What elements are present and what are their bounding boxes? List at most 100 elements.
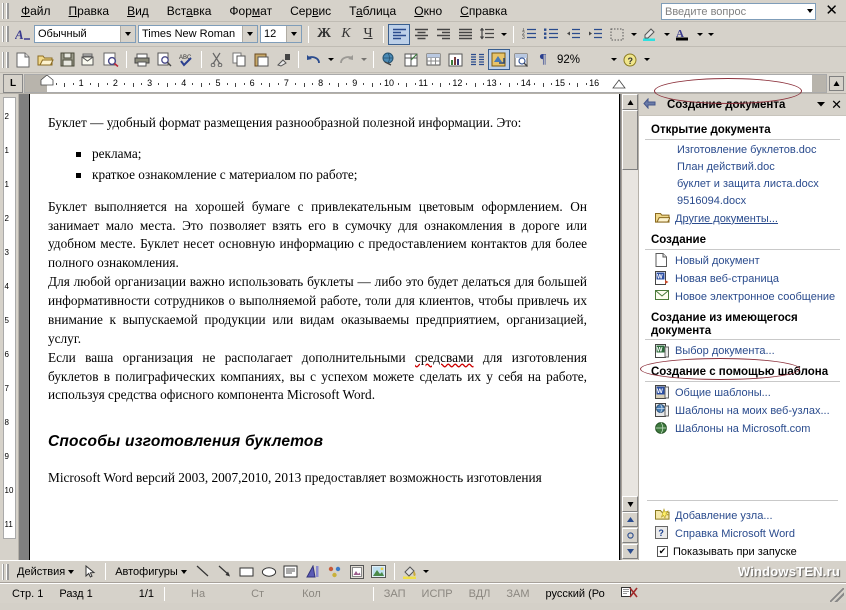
fill-color-dropdown-icon[interactable] <box>421 561 432 582</box>
menu-insert[interactable]: Вставка <box>158 1 221 21</box>
clipart-icon[interactable] <box>346 561 368 582</box>
status-ext-mode[interactable]: ВДЛ <box>461 588 499 600</box>
redo-icon[interactable] <box>336 49 358 70</box>
insert-table-excel-icon[interactable] <box>400 49 422 70</box>
new-web-page-item[interactable]: W Новая веб-страница <box>639 270 846 288</box>
oval-icon[interactable] <box>258 561 280 582</box>
style-combo[interactable]: Обычный <box>34 25 136 43</box>
search-icon[interactable] <box>100 49 122 70</box>
status-rec-mode[interactable]: ЗАП <box>376 588 414 600</box>
chevron-down-icon[interactable] <box>68 569 75 574</box>
line-spacing-dropdown-icon[interactable] <box>498 24 509 45</box>
columns-icon[interactable] <box>466 49 488 70</box>
font-combo[interactable]: Times New Roman <box>138 25 258 43</box>
document-map-icon[interactable] <box>510 49 532 70</box>
vertical-ruler[interactable]: 2 1 1 2 3 4 5 6 7 8 9 10 11 <box>0 94 19 560</box>
help-icon[interactable]: ? <box>619 49 641 70</box>
document-vertical-scrollbar[interactable] <box>621 94 638 560</box>
styles-and-formatting-icon[interactable]: A <box>12 24 34 45</box>
new-document-icon[interactable] <box>12 49 34 70</box>
diagram-icon[interactable] <box>324 561 346 582</box>
undo-icon[interactable] <box>303 49 325 70</box>
redo-dropdown-icon[interactable] <box>358 49 369 70</box>
ruler-scroll-up-button[interactable] <box>829 76 844 91</box>
next-page-button[interactable] <box>622 544 638 559</box>
font-size-combo[interactable]: 12 <box>260 25 302 43</box>
status-trk-mode[interactable]: ИСПР <box>414 588 461 600</box>
resize-grip[interactable] <box>830 588 844 602</box>
close-icon[interactable]: ✕ <box>831 98 842 111</box>
ask-a-question-input[interactable]: Введите вопрос <box>661 3 816 20</box>
menu-help[interactable]: Справка <box>451 1 516 21</box>
templates-on-microsoft-item[interactable]: Шаблоны на Microsoft.com <box>639 420 846 438</box>
task-pane-body[interactable]: Открытие документа Изготовление буклетов… <box>639 116 846 560</box>
zoom-dropdown-icon[interactable] <box>608 49 619 70</box>
templates-on-my-web-sites-item[interactable]: Шаблоны на моих веб-узлах... <box>639 402 846 420</box>
more-documents-item[interactable]: Другие документы... <box>639 210 846 228</box>
cut-icon[interactable] <box>206 49 228 70</box>
increase-indent-button[interactable] <box>584 24 606 45</box>
toolbar-options-icon[interactable] <box>705 24 716 45</box>
line-spacing-button[interactable] <box>476 24 498 45</box>
chevron-down-icon[interactable] <box>180 569 187 574</box>
picture-icon[interactable] <box>368 561 390 582</box>
style-dropdown-icon[interactable] <box>120 26 135 42</box>
scrollbar-track[interactable] <box>622 110 638 496</box>
bulleted-list-button[interactable] <box>540 24 562 45</box>
rectangle-icon[interactable] <box>236 561 258 582</box>
text-box-icon[interactable] <box>280 561 302 582</box>
scrollbar-thumb[interactable] <box>622 110 638 170</box>
recent-document-link[interactable]: буклет и защита листа.docx <box>639 176 846 193</box>
paste-icon[interactable] <box>250 49 272 70</box>
document-page[interactable]: Буклет — удобный формат размещения разно… <box>29 94 620 560</box>
select-browse-object-button[interactable] <box>622 528 638 543</box>
chevron-down-icon[interactable] <box>816 99 826 111</box>
recent-document-link[interactable]: 9516094.docx <box>639 193 846 210</box>
new-blank-document-item[interactable]: Новый документ <box>639 252 846 270</box>
menu-edit[interactable]: Правка <box>60 1 119 21</box>
draw-actions-menu[interactable]: Действия <box>12 564 79 580</box>
menu-tools[interactable]: Сервис <box>281 1 340 21</box>
standard-toolbar-gripper[interactable] <box>2 51 9 68</box>
format-painter-icon[interactable] <box>272 49 294 70</box>
line-icon[interactable] <box>192 561 214 582</box>
standard-toolbar-options-icon[interactable] <box>641 49 652 70</box>
underline-button[interactable]: Ч <box>357 24 379 45</box>
select-arrow-icon[interactable] <box>79 561 101 582</box>
open-icon[interactable] <box>34 49 56 70</box>
numbered-list-button[interactable]: 123 <box>518 24 540 45</box>
scroll-up-button[interactable] <box>622 94 638 110</box>
decrease-indent-button[interactable] <box>562 24 584 45</box>
menu-file[interactable]: Файл <box>12 1 60 21</box>
menu-window[interactable]: Окно <box>405 1 451 21</box>
align-center-button[interactable] <box>410 24 432 45</box>
outside-border-button[interactable] <box>606 24 628 45</box>
align-right-button[interactable] <box>432 24 454 45</box>
scroll-down-button[interactable] <box>622 496 638 512</box>
close-document-button[interactable]: ✕ <box>825 2 838 20</box>
align-justify-button[interactable] <box>454 24 476 45</box>
general-templates-item[interactable]: W Общие шаблоны... <box>639 384 846 402</box>
menu-table[interactable]: Таблица <box>340 1 405 21</box>
arrow-icon[interactable] <box>214 561 236 582</box>
back-arrow-icon[interactable] <box>643 97 656 112</box>
italic-button[interactable]: К <box>335 24 357 45</box>
wordart-icon[interactable] <box>302 561 324 582</box>
copy-icon[interactable] <box>228 49 250 70</box>
font-color-dropdown-icon[interactable] <box>694 24 705 45</box>
tab-selector-button[interactable]: L <box>3 74 23 93</box>
save-icon[interactable] <box>56 49 78 70</box>
fill-color-icon[interactable] <box>399 561 421 582</box>
highlight-dropdown-icon[interactable] <box>661 24 672 45</box>
email-icon[interactable] <box>78 49 100 70</box>
add-network-place-item[interactable]: Добавление узла... <box>639 507 846 525</box>
menu-format[interactable]: Формат <box>220 1 281 21</box>
zoom-combo[interactable]: 92% <box>554 51 606 69</box>
status-ovr-mode[interactable]: ЗАМ <box>498 588 537 600</box>
undo-dropdown-icon[interactable] <box>325 49 336 70</box>
highlight-button[interactable] <box>639 24 661 45</box>
show-formatting-marks-icon[interactable]: ¶ <box>532 49 554 70</box>
font-dropdown-icon[interactable] <box>242 26 257 42</box>
new-email-message-item[interactable]: Новое электронное сообщение <box>639 288 846 306</box>
recent-document-link[interactable]: План действий.doc <box>639 159 846 176</box>
